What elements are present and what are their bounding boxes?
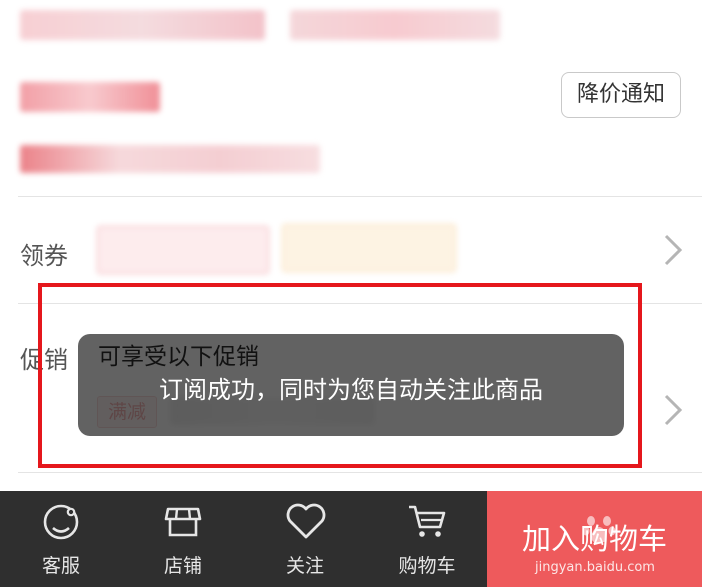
tab-label: 关注: [285, 555, 324, 577]
cart-icon: [409, 505, 446, 537]
coupon-chip-1[interactable]: [97, 226, 269, 274]
divider: [18, 196, 702, 197]
divider: [18, 472, 702, 473]
tab-customer-service[interactable]: 客服: [0, 491, 122, 587]
product-title-blurred-2: [290, 10, 500, 40]
chevron-right-icon[interactable]: [658, 232, 686, 268]
product-price-blurred: [20, 82, 160, 112]
tab-store[interactable]: 店铺: [122, 491, 244, 587]
baidu-paw-watermark-icon: [582, 516, 616, 543]
product-subtitle-blurred: [20, 145, 320, 173]
tab-label: 客服: [41, 555, 80, 577]
tab-cart[interactable]: 购物车: [366, 491, 488, 587]
tab-follow[interactable]: 关注: [244, 491, 366, 587]
chevron-right-icon[interactable]: [658, 392, 686, 428]
heart-icon: [286, 503, 326, 539]
price-drop-notify-button[interactable]: 降价通知: [561, 72, 681, 118]
tab-label: 店铺: [163, 555, 202, 577]
highlight-box: [38, 283, 642, 468]
coupon-chip-2[interactable]: [282, 224, 456, 272]
customer-service-icon: [43, 504, 79, 540]
tab-label: 购物车: [398, 555, 456, 577]
coupon-row-label: 领券: [20, 242, 68, 270]
store-icon: [164, 507, 202, 537]
product-title-blurred: [20, 10, 265, 40]
watermark-text: jingyan.baidu.com: [535, 560, 655, 575]
